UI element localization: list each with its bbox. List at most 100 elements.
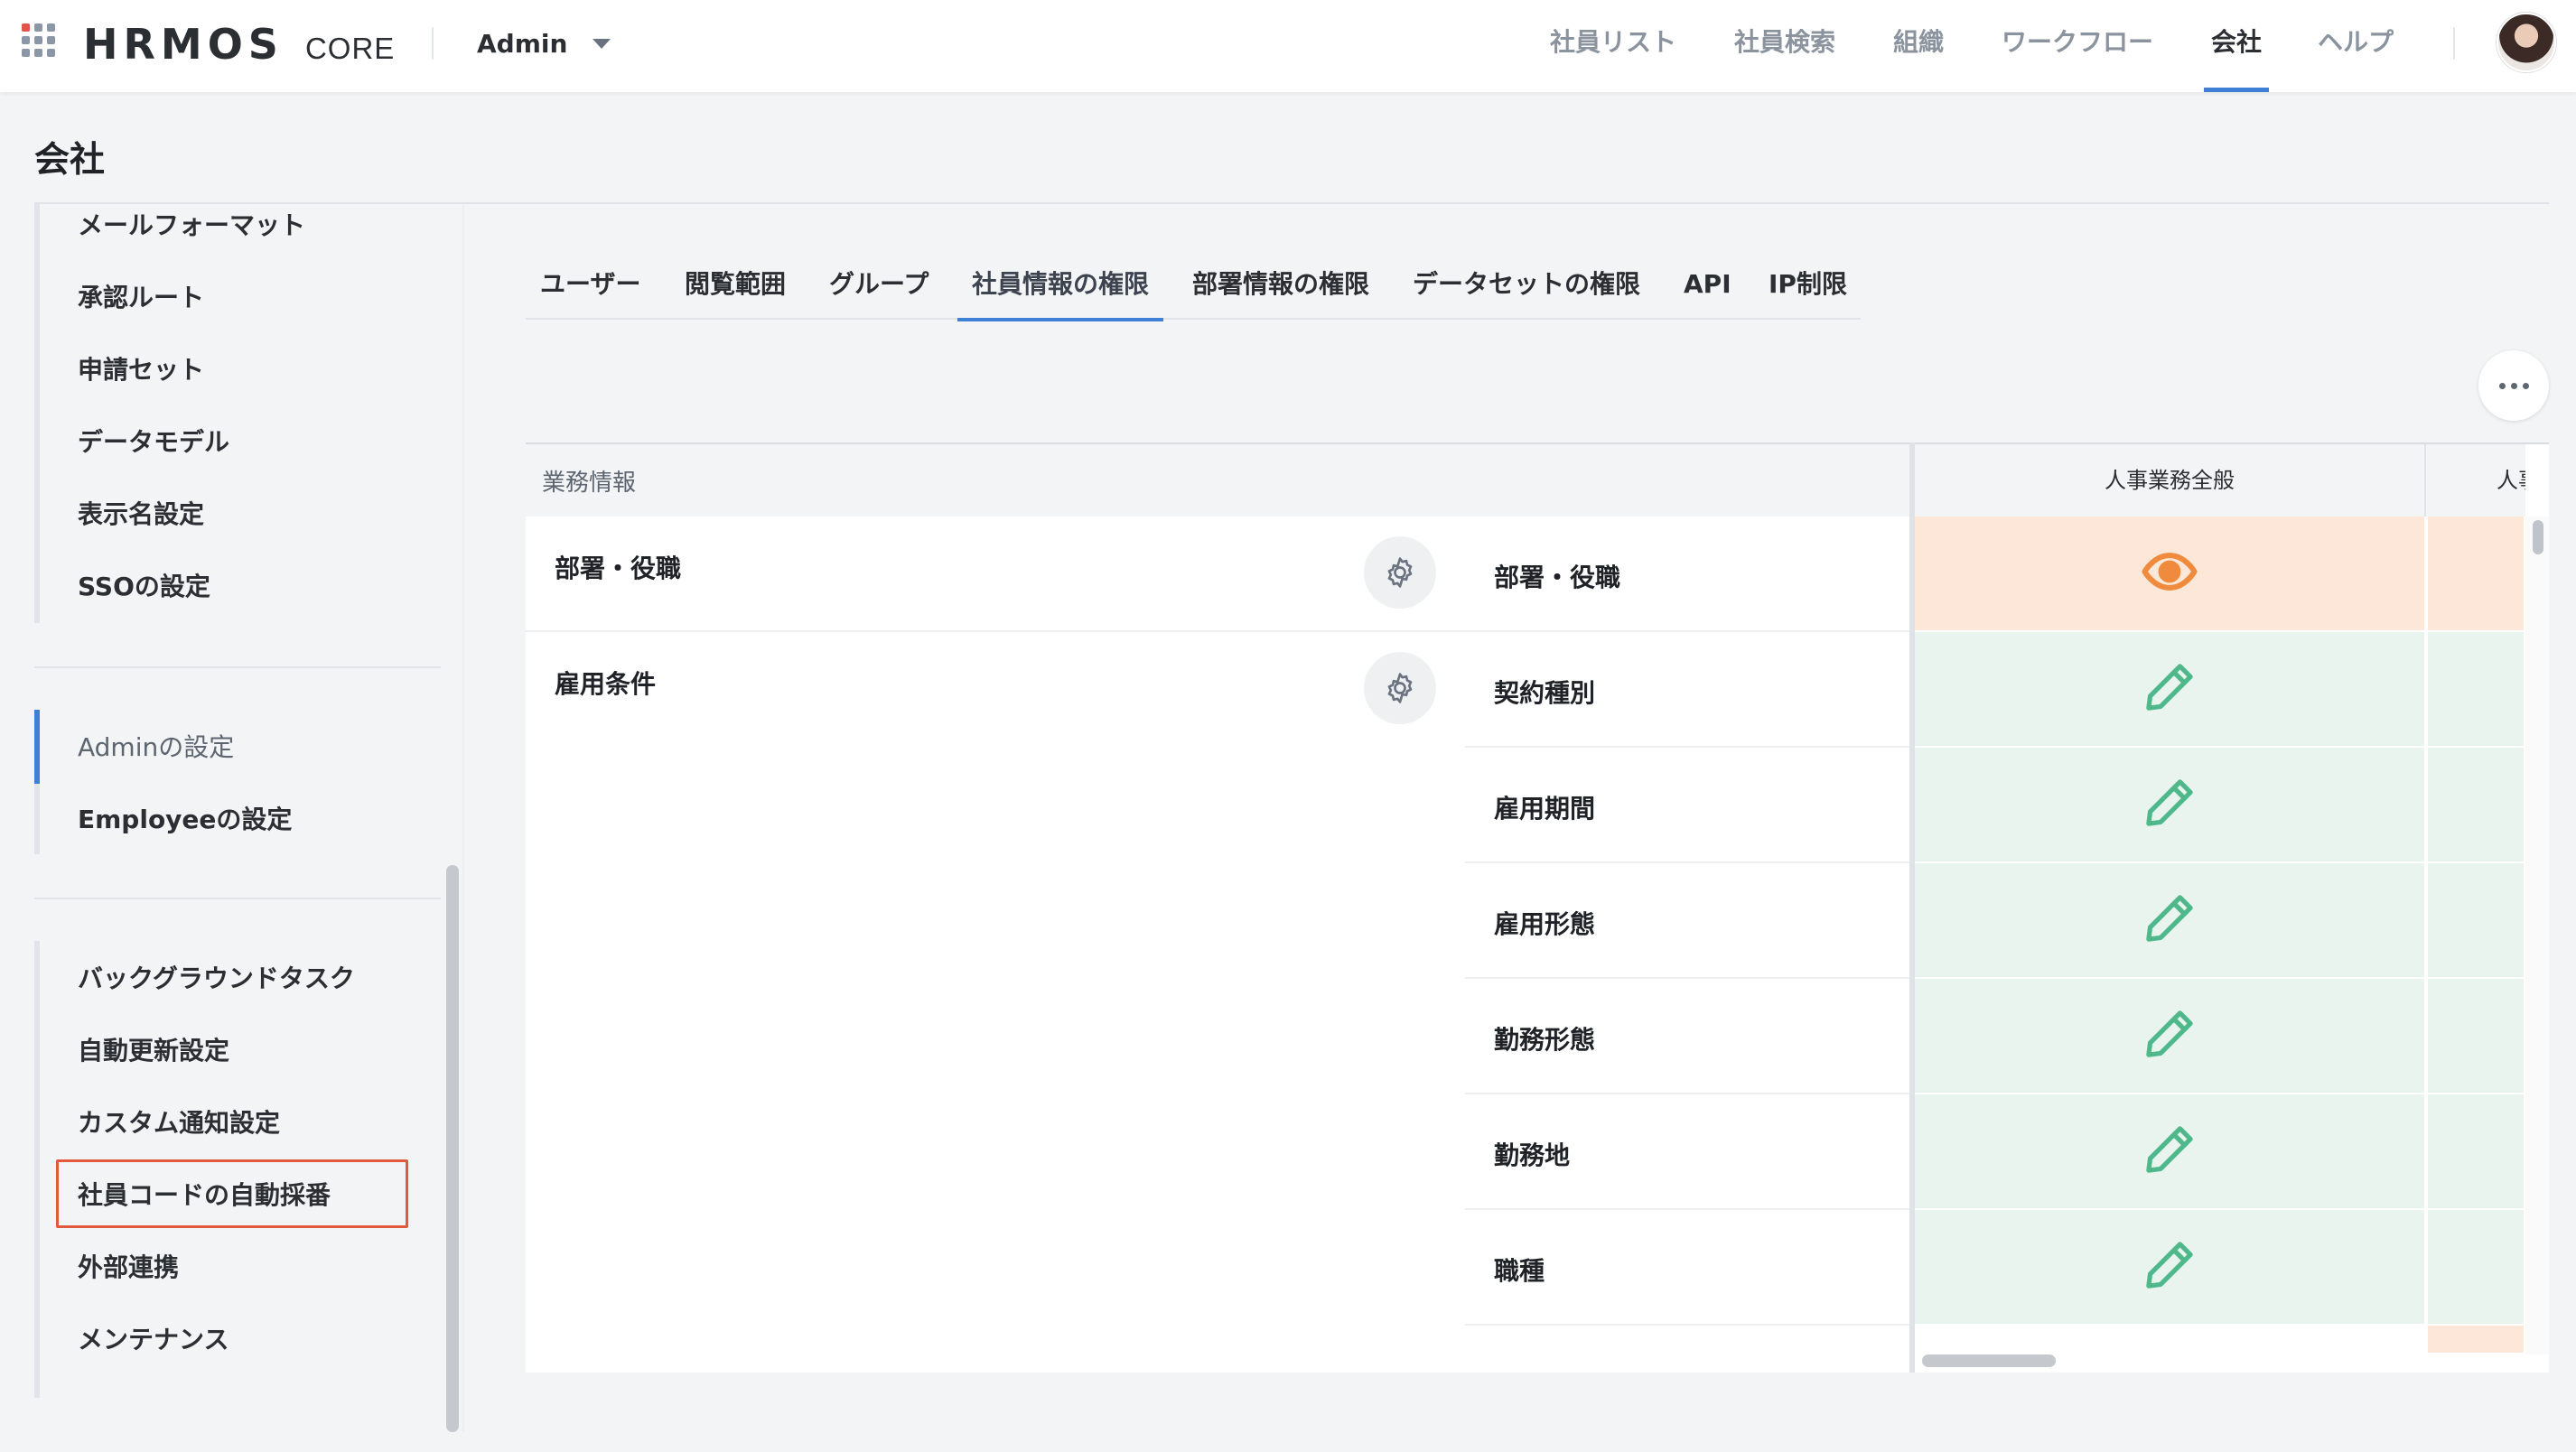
category-row: 部署・役職 — [526, 517, 1465, 632]
permission-cell-secondary[interactable] — [2428, 1210, 2524, 1324]
field-row: 雇用形態 — [1465, 863, 1909, 979]
sidebar-edge — [462, 204, 464, 1432]
header-divider — [432, 27, 434, 60]
chevron-down-icon — [593, 38, 611, 49]
sidebar-item-approval-route[interactable]: 承認ルート — [78, 280, 204, 316]
settings-sidebar: メールフォーマット 承認ルート 申請セット データモデル 表示名設定 SSOの設… — [34, 204, 441, 1432]
sidebar-divider — [34, 898, 441, 899]
more-options-button[interactable] — [2478, 350, 2549, 421]
role-column-header: 人事 — [2426, 444, 2525, 517]
role-dropdown[interactable]: Admin — [477, 23, 611, 63]
pencil-icon — [2140, 889, 2199, 952]
sidebar-item-data-model[interactable]: データモデル — [78, 424, 229, 461]
permission-tabs: ユーザー 閲覧範囲 グループ 社員情報の権限 部署情報の権限 データセットの権限… — [526, 262, 1861, 321]
nav-employee-search[interactable]: 社員検索 — [1734, 0, 1835, 92]
pencil-icon — [2140, 657, 2199, 721]
tab-api[interactable]: API — [1684, 262, 1731, 320]
nav-workflow[interactable]: ワークフロー — [2002, 0, 2153, 92]
role-label: Admin — [477, 28, 568, 59]
category-settings-button[interactable] — [1364, 652, 1436, 724]
permission-cell-secondary[interactable] — [2428, 517, 2524, 630]
header-divider — [2453, 27, 2455, 60]
vertical-scrollbar-track[interactable] — [2525, 517, 2549, 1354]
nav-help[interactable]: ヘルプ — [2318, 0, 2394, 92]
sidebar-item-display-name[interactable]: 表示名設定 — [78, 497, 204, 533]
nav-organization[interactable]: 組織 — [1893, 0, 1944, 92]
field-label: 契約種別 — [1494, 678, 1596, 708]
logo-product: CORE — [304, 32, 396, 65]
role-column-header: 人事業務全般 — [1915, 444, 2424, 517]
nav-company[interactable]: 会社 — [2203, 0, 2270, 92]
sidebar-item-maintenance[interactable]: メンテナンス — [78, 1322, 229, 1358]
pencil-icon — [2140, 773, 2199, 836]
sidebar-item-custom-notification[interactable]: カスタム通知設定 — [78, 1105, 280, 1141]
category-label: 部署・役職 — [555, 554, 682, 583]
permission-cell-secondary[interactable] — [2428, 748, 2524, 861]
more-dot-icon — [2510, 382, 2517, 389]
top-header: HRMOS CORE Admin 社員リスト 社員検索 組織 ワークフロー 会社… — [0, 0, 2576, 92]
field-label: 職種 — [1494, 1256, 1545, 1286]
tab-employee-permissions[interactable]: 社員情報の権限 — [957, 262, 1164, 321]
horizontal-scrollbar-thumb[interactable] — [1922, 1354, 2056, 1367]
permission-cell-secondary[interactable] — [2428, 1094, 2524, 1208]
field-row: 職種 — [1465, 1210, 1909, 1326]
sidebar-item-employee-settings[interactable]: Employeeの設定 — [78, 802, 292, 838]
permission-cell-secondary[interactable] — [2428, 1326, 2524, 1353]
tab-groups[interactable]: グループ — [829, 262, 929, 320]
sidebar-divider — [34, 666, 441, 668]
sidebar-scrollbar[interactable] — [446, 865, 459, 1432]
sidebar-group-bar — [34, 941, 40, 1398]
permission-cell-edit[interactable] — [1915, 863, 2424, 977]
permission-cell-secondary[interactable] — [2428, 979, 2524, 1093]
category-label: 雇用条件 — [555, 669, 657, 699]
tab-department-permissions[interactable]: 部署情報の権限 — [1192, 262, 1369, 320]
tab-view-scope[interactable]: 閲覧範囲 — [685, 262, 786, 320]
tab-users[interactable]: ユーザー — [540, 262, 640, 320]
tab-dataset-permissions[interactable]: データセットの権限 — [1413, 262, 1640, 320]
field-row: 契約種別 — [1465, 632, 1909, 748]
highlight-box — [56, 1159, 408, 1228]
more-dot-icon — [2522, 382, 2529, 389]
app-grid-icon[interactable] — [20, 22, 58, 60]
sidebar-item-request-set[interactable]: 申請セット — [78, 352, 204, 388]
pencil-icon — [2140, 1120, 2199, 1183]
sidebar-item-sso[interactable]: SSOの設定 — [78, 569, 210, 605]
field-row: 勤務地 — [1465, 1094, 1909, 1210]
vertical-scrollbar-thumb[interactable] — [2533, 520, 2543, 554]
permission-cell-edit[interactable] — [1915, 1094, 2424, 1208]
permission-cell-secondary[interactable] — [2428, 863, 2524, 977]
field-label: 部署・役職 — [1494, 563, 1621, 592]
sidebar-item-admin-settings[interactable]: Adminの設定 — [78, 730, 234, 766]
field-label: 勤務地 — [1494, 1140, 1571, 1170]
permission-cell-edit[interactable] — [1915, 979, 2424, 1093]
category-row: 雇用条件 — [526, 632, 1465, 748]
permission-cell-edit[interactable] — [1915, 748, 2424, 861]
permission-cell-view[interactable] — [1915, 517, 2424, 630]
avatar[interactable] — [2497, 13, 2556, 72]
field-label: 勤務形態 — [1494, 1025, 1596, 1055]
sidebar-group-roles: Adminの設定 Employeeの設定 — [34, 710, 441, 854]
logo-wordmark: HRMOS — [83, 20, 284, 69]
field-table: 部署・役職 雇用条件 部署・役職 契約種別 雇用期間 雇用形態 勤務形態 勤務地… — [526, 517, 1909, 1373]
sidebar-item-background-tasks[interactable]: バックグラウンドタスク — [78, 961, 355, 997]
permission-cell-edit[interactable] — [1915, 632, 2424, 746]
hrmos-logo[interactable]: HRMOS CORE — [83, 20, 396, 69]
sidebar-group-bar — [34, 204, 40, 623]
field-label: 雇用形態 — [1494, 909, 1596, 939]
sidebar-active-indicator — [34, 710, 40, 784]
sidebar-item-auto-update[interactable]: 自動更新設定 — [78, 1033, 229, 1069]
permission-cell-secondary[interactable] — [2428, 632, 2524, 746]
gear-icon — [1387, 557, 1413, 588]
page-title: 会社 — [34, 140, 106, 181]
category-settings-button[interactable] — [1364, 536, 1436, 609]
gear-icon — [1387, 673, 1413, 703]
tab-ip-restriction[interactable]: IP制限 — [1769, 262, 1847, 320]
pencil-icon — [2140, 1004, 2199, 1067]
section-label: 業務情報 — [542, 470, 637, 497]
eye-icon — [2140, 542, 2199, 605]
sidebar-item-mail-format[interactable]: メールフォーマット — [78, 208, 305, 244]
nav-employee-list[interactable]: 社員リスト — [1550, 0, 1676, 92]
sidebar-item-external-integration[interactable]: 外部連携 — [78, 1250, 179, 1286]
more-dot-icon — [2498, 382, 2506, 389]
permission-cell-edit[interactable] — [1915, 1210, 2424, 1324]
